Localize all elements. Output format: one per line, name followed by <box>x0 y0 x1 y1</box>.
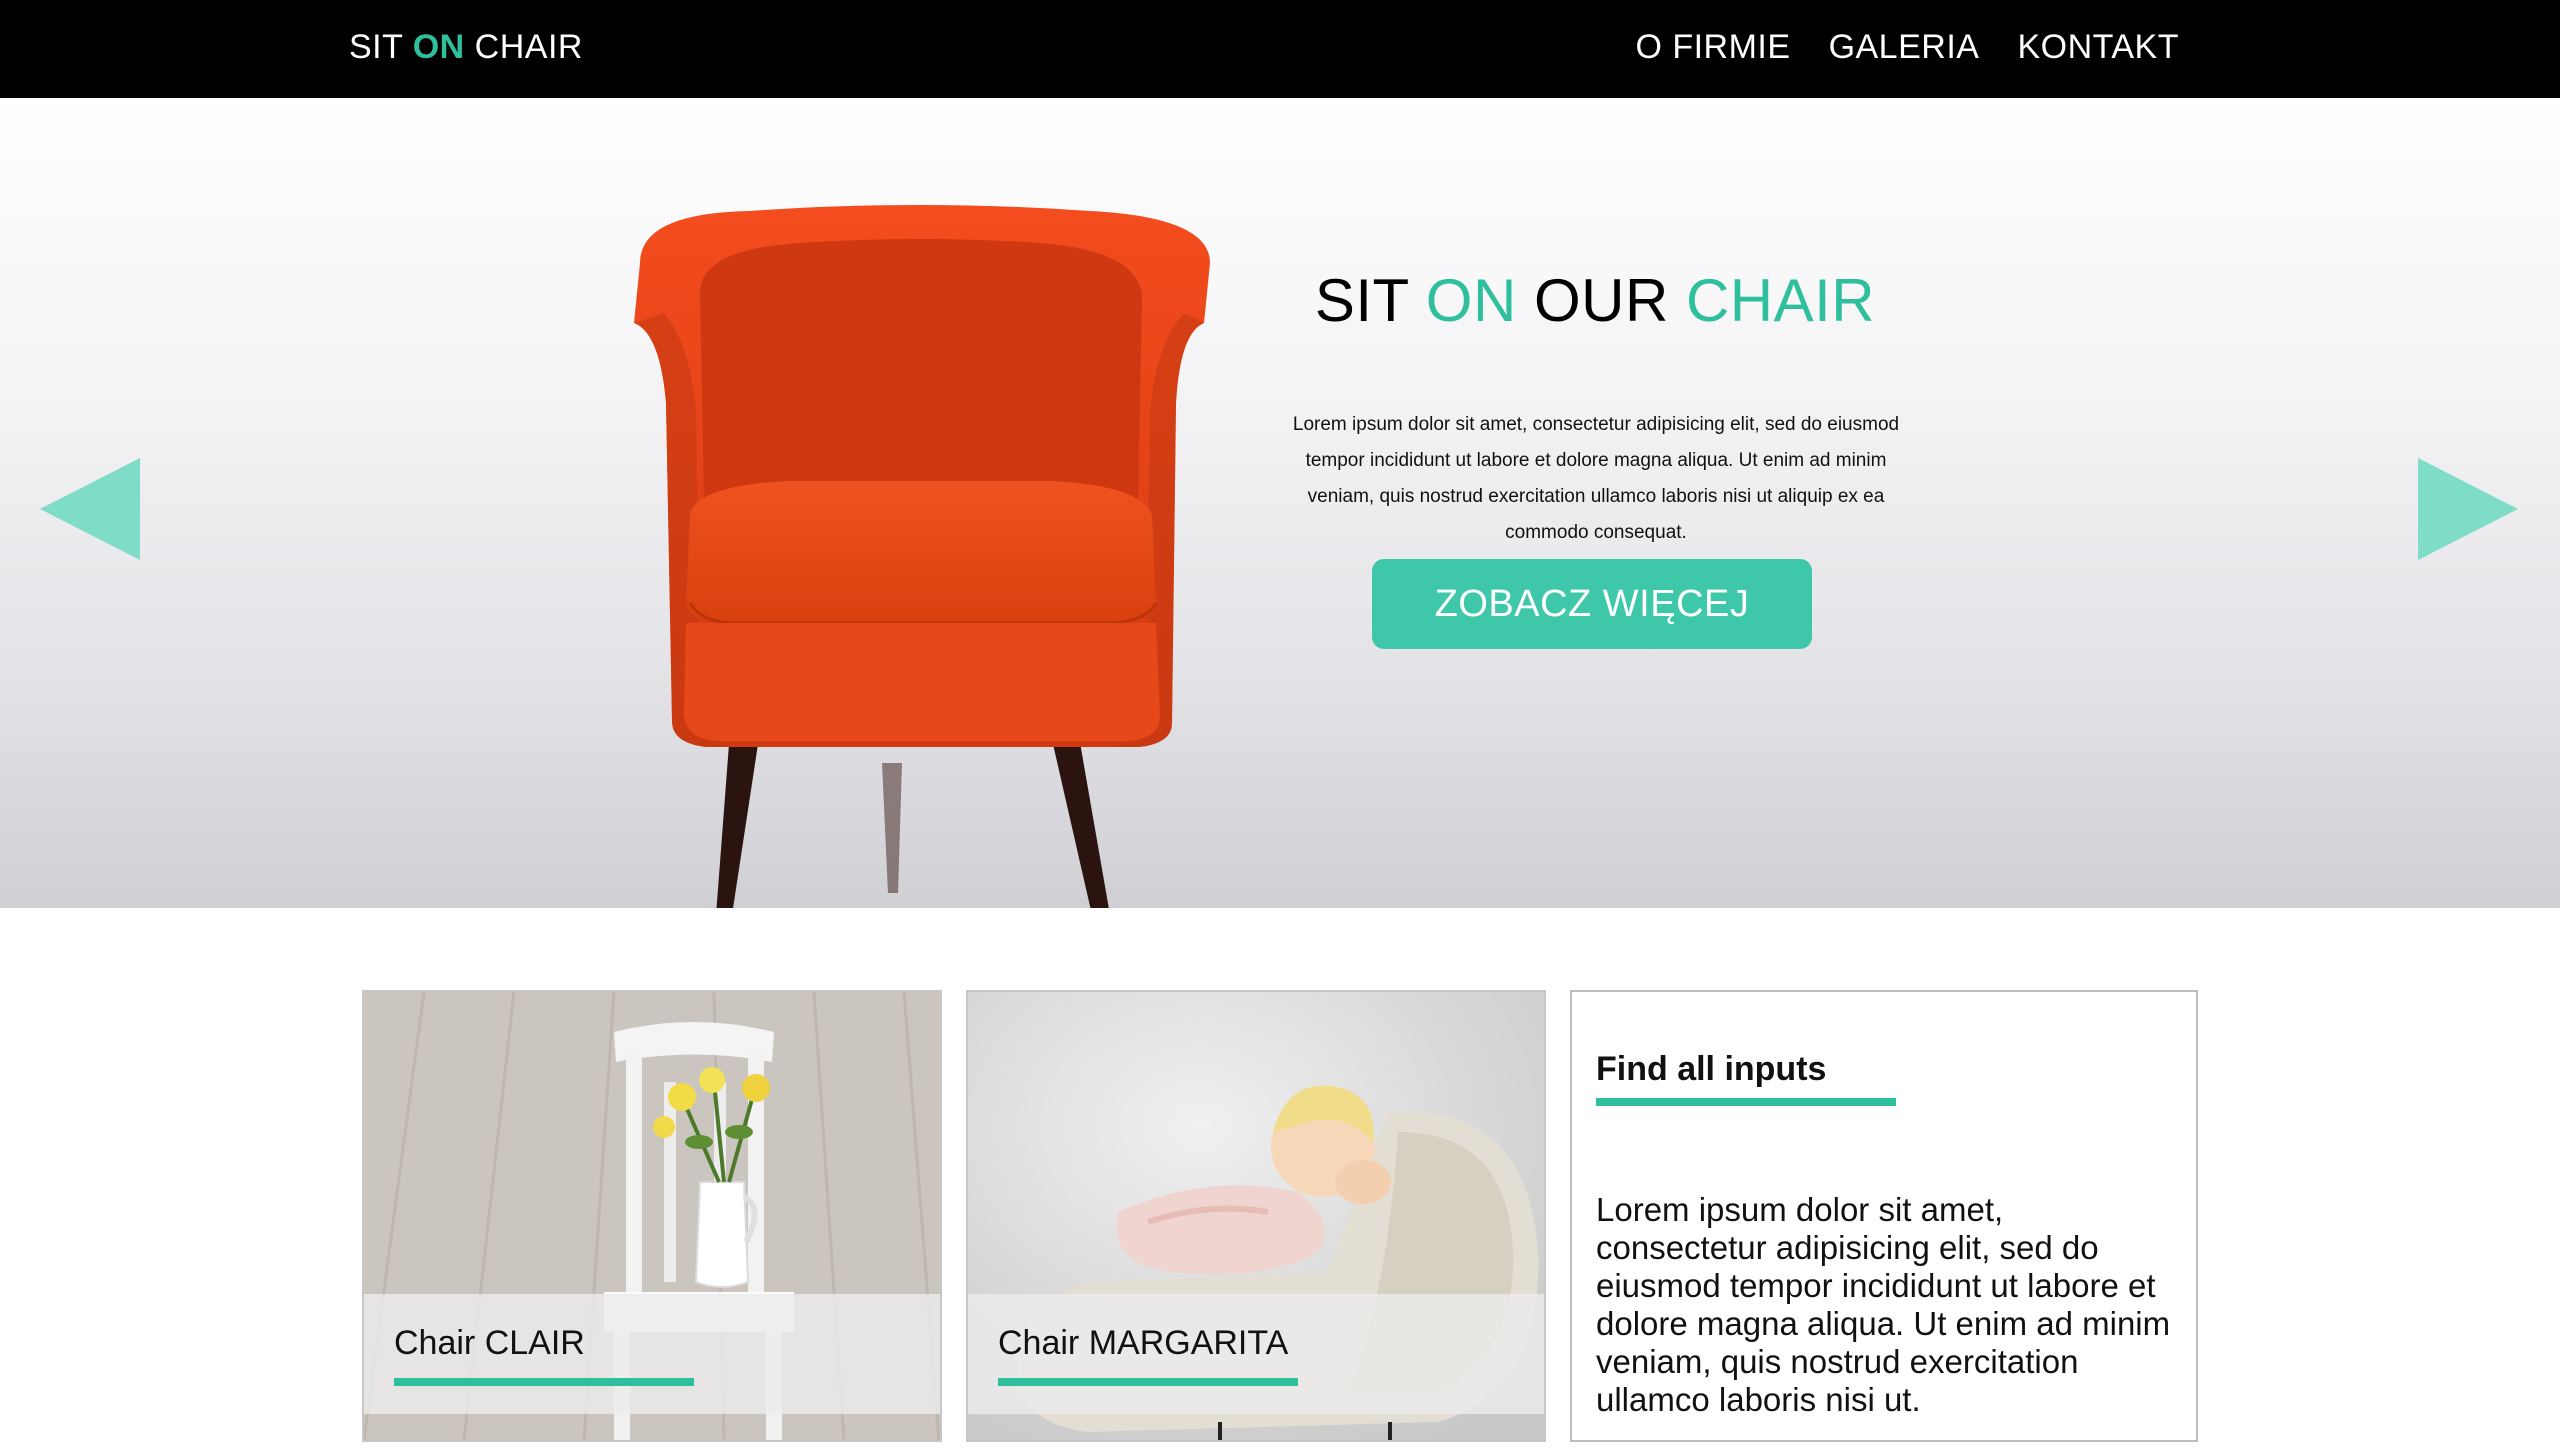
top-navbar: SIT ON CHAIR O FIRMIE GALERIA KONTAKT <box>0 0 2560 98</box>
card-title-margarita: Chair MARGARITA <box>998 1324 1289 1362</box>
card-caption: Chair MARGARITA <box>968 1294 1544 1414</box>
nav-link-kontakt[interactable]: KONTAKT <box>2017 28 2179 67</box>
info-card-title: Find all inputs <box>1596 1050 1827 1088</box>
hero-slider: SIT ON OUR CHAIR Lorem ipsum dolor sit a… <box>0 98 2560 908</box>
card-caption: Chair CLAIR <box>364 1294 940 1414</box>
see-more-button[interactable]: ZOBACZ WIĘCEJ <box>1372 559 1812 649</box>
nav-link-o-firmie[interactable]: O FIRMIE <box>1635 28 1790 67</box>
hero-title: SIT ON OUR CHAIR <box>1240 266 1950 335</box>
info-title-underline <box>1596 1098 1896 1106</box>
product-card-margarita[interactable]: Chair MARGARITA <box>966 990 1546 1442</box>
card-title-clair: Chair CLAIR <box>394 1324 585 1362</box>
hero-title-chair: CHAIR <box>1685 267 1876 334</box>
info-card-text: Lorem ipsum dolor sit amet, consectetur … <box>1596 1191 2171 1418</box>
product-card-clair[interactable]: Chair CLAIR <box>362 990 942 1442</box>
nav-link-galeria[interactable]: GALERIA <box>1829 28 1980 67</box>
logo-part-chair: CHAIR <box>464 28 583 66</box>
hero-title-our: OUR <box>1516 267 1686 334</box>
main-nav: O FIRMIE GALERIA KONTAKT <box>1635 28 2179 67</box>
slider-prev-arrow-icon[interactable] <box>40 458 142 560</box>
slider-next-arrow-icon[interactable] <box>2418 458 2520 560</box>
info-card: Find all inputs Lorem ipsum dolor sit am… <box>1570 990 2198 1442</box>
card-title-underline <box>394 1378 694 1386</box>
site-logo[interactable]: SIT ON CHAIR <box>349 28 583 67</box>
hero-armchair-image <box>634 205 1210 908</box>
logo-part-sit: SIT <box>349 28 413 66</box>
hero-title-sit: SIT <box>1314 267 1426 334</box>
hero-description: Lorem ipsum dolor sit amet, consectetur … <box>1292 414 1900 543</box>
hero-title-on: ON <box>1425 267 1517 334</box>
card-title-underline <box>998 1378 1298 1386</box>
logo-part-on: ON <box>412 28 465 66</box>
